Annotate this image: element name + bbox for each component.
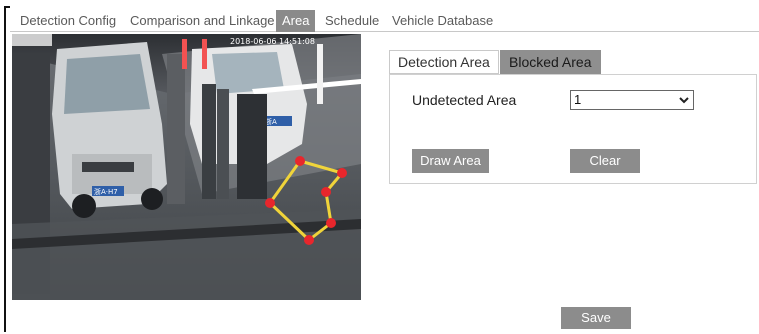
tab-schedule[interactable]: Schedule	[325, 10, 379, 32]
left-border-line	[4, 6, 6, 332]
polygon-vertex-handle[interactable]	[321, 187, 331, 197]
save-button[interactable]: Save	[561, 307, 631, 329]
license-plate-left-text: 浙A·H7	[94, 187, 118, 196]
tab-area[interactable]: Area	[276, 10, 316, 32]
tab-detection-config[interactable]: Detection Config	[20, 10, 116, 32]
video-timestamp-overlay: 2018-06-06 14:51:08	[230, 37, 315, 46]
subtab-detection-area[interactable]: Detection Area	[389, 50, 499, 74]
tab-vehicle-database[interactable]: Vehicle Database	[392, 10, 493, 32]
draw-area-button[interactable]: Draw Area	[412, 149, 489, 173]
polygon-vertex-handle[interactable]	[304, 235, 314, 245]
polygon-vertex-handle[interactable]	[337, 168, 347, 178]
undetected-area-value: 1	[574, 92, 582, 107]
polygon-vertex-handle[interactable]	[265, 198, 275, 208]
tab-comparison-linkage[interactable]: Comparison and Linkage	[130, 10, 275, 32]
main-tab-bar: Detection Config Comparison and Linkage …	[10, 8, 759, 32]
camera-scene: 浙A·H7 浙A 2018-06-06 14:51:08	[12, 34, 361, 300]
camera-live-view[interactable]: 浙A·H7 浙A 2018-06-06 14:51:08	[12, 34, 361, 300]
polygon-vertex-handle[interactable]	[295, 156, 305, 166]
subtab-blocked-area[interactable]: Blocked Area	[500, 50, 601, 74]
clear-button[interactable]: Clear	[570, 149, 640, 173]
undetected-area-select[interactable]: 1	[570, 90, 694, 110]
polygon-vertex-handle[interactable]	[326, 218, 336, 228]
chevron-down-icon	[679, 97, 689, 104]
undetected-area-label: Undetected Area	[412, 92, 517, 108]
blocked-area-panel: Undetected Area 1 Draw Area Clear	[389, 74, 757, 184]
